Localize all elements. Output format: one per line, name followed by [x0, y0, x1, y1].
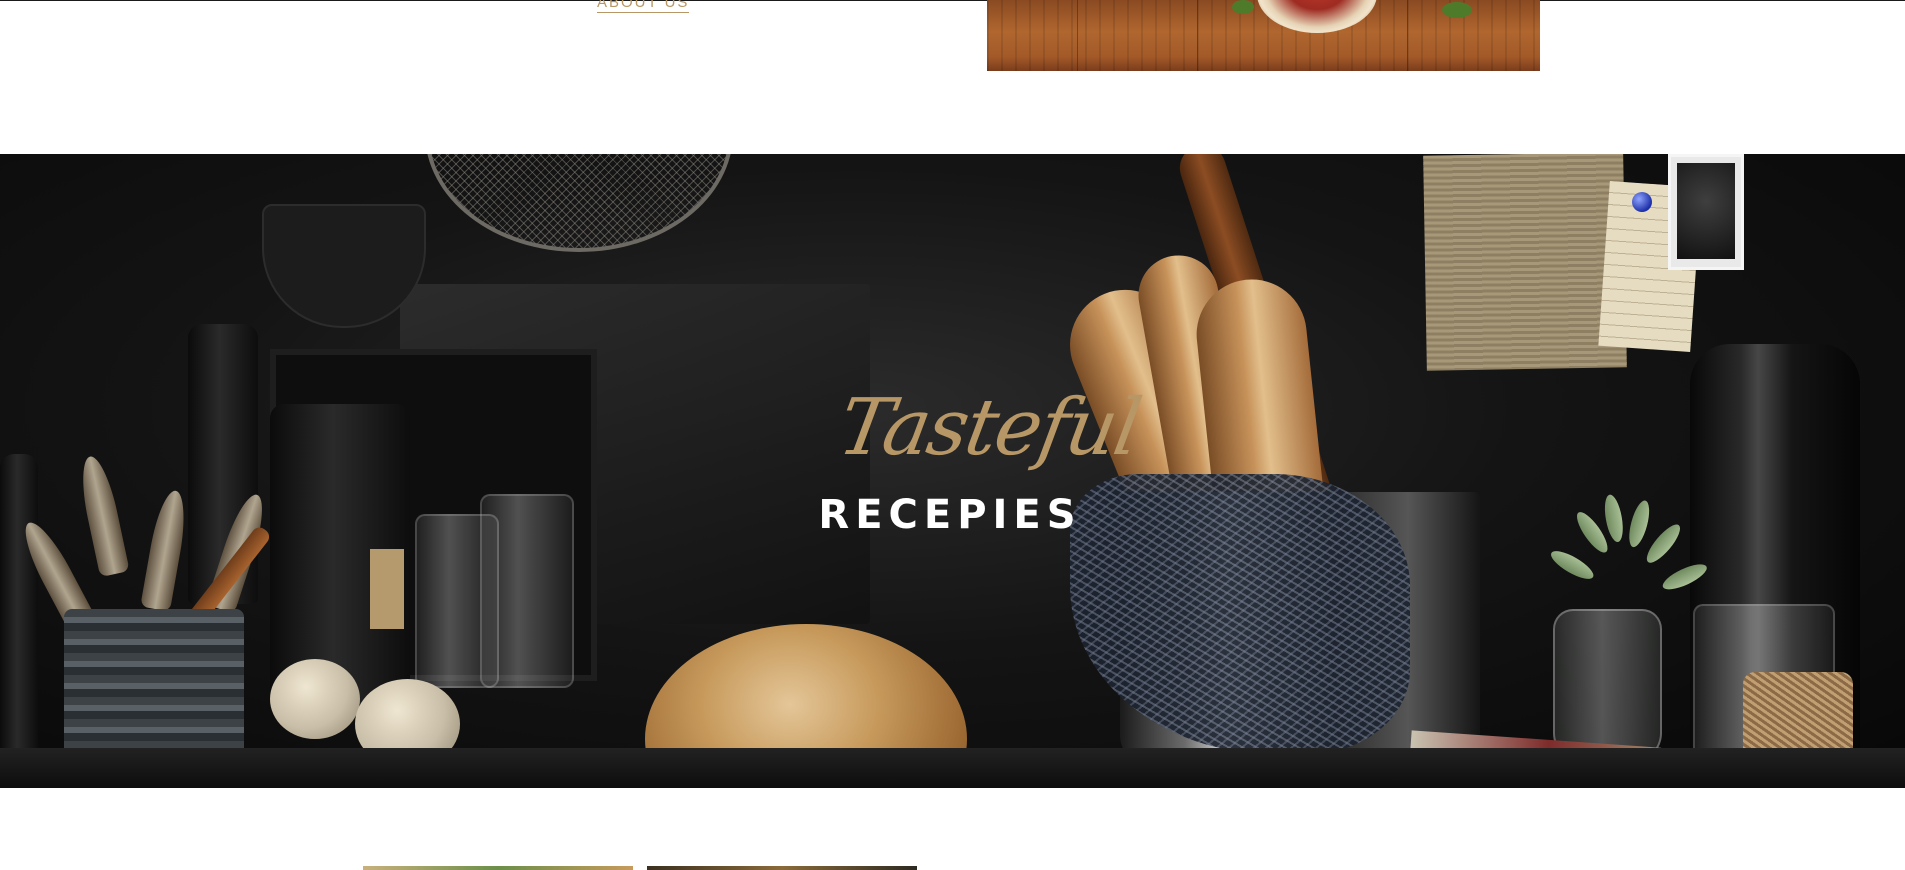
wood-plank-line	[1407, 0, 1408, 71]
metal-spoon	[140, 488, 191, 612]
wire-sieve	[425, 154, 733, 252]
wood-plank-line	[1197, 0, 1198, 71]
sage-leaf	[1601, 493, 1626, 544]
hero-title: Tasteful RECEPIES	[800, 383, 1146, 543]
herb-garnish	[1442, 2, 1472, 18]
pizza	[1257, 0, 1377, 33]
hero-block-title: RECEPIES	[818, 492, 1082, 538]
herb-garnish	[1232, 0, 1254, 14]
hero-script-title: Tasteful	[832, 383, 1146, 473]
sage-leaf	[1625, 498, 1654, 550]
glass-jar	[480, 494, 574, 688]
garlic-bulb	[270, 659, 360, 739]
photo-card	[1668, 154, 1744, 270]
pizza-photo	[987, 0, 1540, 71]
recipe-thumbnail[interactable]	[647, 866, 917, 870]
bottle-label	[370, 549, 404, 629]
edge-bottle	[0, 454, 38, 784]
newspaper-clipping	[1423, 154, 1627, 371]
top-border	[0, 0, 1905, 1]
recipe-thumbnail[interactable]	[363, 866, 633, 870]
push-pin-icon	[1632, 192, 1652, 212]
sage-leaf	[1641, 520, 1685, 568]
wood-plank-line	[1077, 0, 1078, 71]
metal-spoon	[75, 453, 130, 578]
herb-jar	[1553, 609, 1662, 763]
wooden-shelf	[0, 748, 1905, 788]
page: ABOUT US Tasteful RECEPIES	[0, 0, 1905, 870]
sage-leaf	[1547, 546, 1597, 584]
photo-card-image	[1677, 163, 1735, 259]
about-us-link[interactable]: ABOUT US	[597, 0, 690, 13]
